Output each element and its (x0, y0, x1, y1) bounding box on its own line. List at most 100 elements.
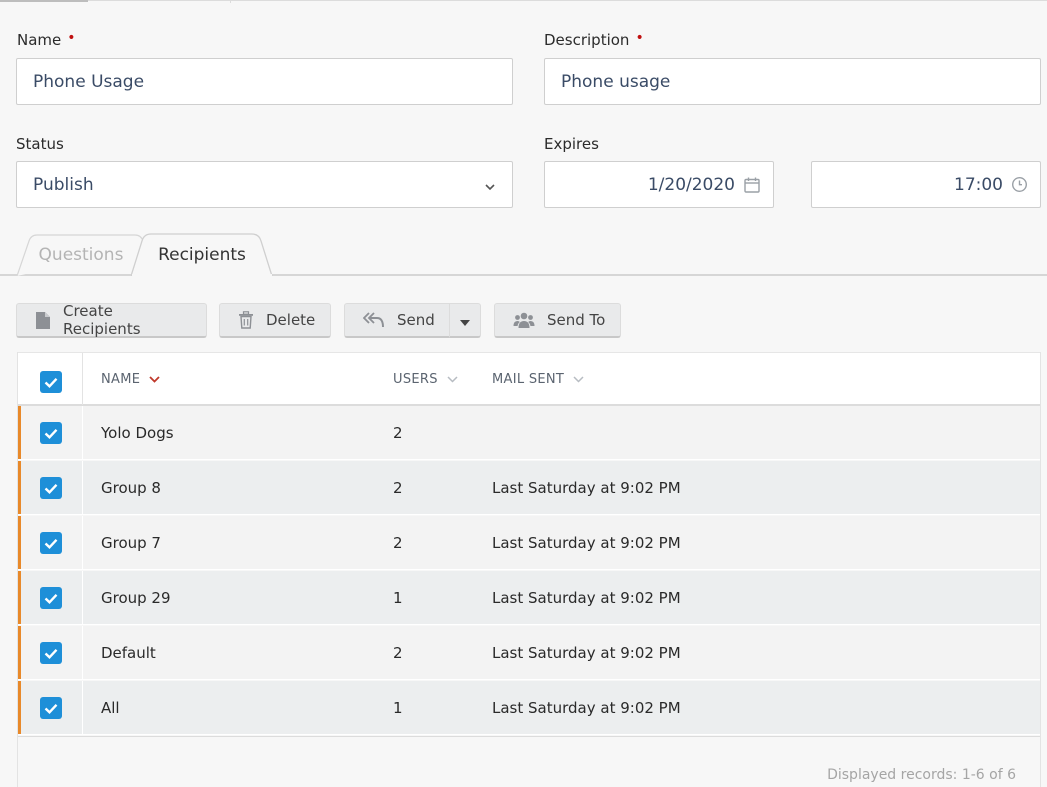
expires-date-value: 1/20/2020 (647, 174, 735, 195)
cell-mail-sent: Last Saturday at 9:02 PM (492, 479, 681, 497)
users-group-icon (513, 311, 535, 329)
row-divider (82, 571, 83, 624)
description-label: Description • (544, 30, 644, 49)
required-marker: • (67, 30, 76, 46)
table-row[interactable]: Default 2 Last Saturday at 9:02 PM (18, 626, 1040, 680)
cell-users: 2 (393, 479, 403, 497)
check-icon (44, 538, 58, 549)
trash-icon (238, 311, 254, 329)
column-header-mail-sent[interactable]: MAIL SENT (492, 372, 584, 387)
cell-name: Group 29 (101, 589, 171, 607)
caret-down-icon (460, 311, 470, 330)
row-marker (18, 681, 21, 734)
top-tab-active-indicator (0, 0, 88, 2)
cell-mail-sent: Last Saturday at 9:02 PM (492, 534, 681, 552)
status-select-value: Publish (33, 174, 94, 195)
calendar-icon[interactable] (743, 176, 761, 194)
check-icon (44, 428, 58, 439)
grid-header: NAME USERS MAIL SENT (18, 352, 1040, 406)
grid-bottom-border (18, 736, 1040, 737)
top-tab-divider (230, 0, 231, 3)
cell-users: 2 (393, 644, 403, 662)
create-recipients-label: Create Recipients (63, 302, 141, 338)
chevron-down-icon (447, 376, 458, 383)
tab-recipients[interactable]: Recipients (131, 233, 273, 276)
row-checkbox[interactable] (40, 477, 62, 499)
expires-date-input[interactable]: 1/20/2020 (544, 161, 774, 208)
cell-users: 2 (393, 534, 403, 552)
table-row[interactable]: All 1 Last Saturday at 9:02 PM (18, 681, 1040, 735)
cell-users: 1 (393, 589, 403, 607)
header-divider (82, 353, 83, 405)
name-label: Name • (17, 30, 76, 49)
tab-questions-label: Questions (38, 244, 124, 265)
cell-name: All (101, 699, 120, 717)
table-row[interactable]: Group 29 1 Last Saturday at 9:02 PM (18, 571, 1040, 625)
chevron-down-icon (573, 376, 584, 383)
row-checkbox[interactable] (40, 697, 62, 719)
send-dropdown-button[interactable] (449, 303, 481, 338)
delete-button[interactable]: Delete (219, 303, 331, 338)
column-header-name[interactable]: NAME (101, 372, 160, 387)
expires-label: Expires (544, 135, 599, 153)
delete-label: Delete (266, 311, 316, 329)
cell-mail-sent: Last Saturday at 9:02 PM (492, 699, 681, 717)
column-header-users[interactable]: USERS (393, 372, 458, 387)
column-header-mail-sent-label: MAIL SENT (492, 372, 565, 387)
name-label-text: Name (17, 31, 62, 49)
cell-name: Yolo Dogs (101, 424, 174, 442)
description-label-text: Description (544, 31, 630, 49)
row-checkbox[interactable] (40, 642, 62, 664)
name-input-value: Phone Usage (33, 71, 145, 92)
status-select[interactable]: Publish (16, 161, 513, 208)
tab-questions[interactable]: Questions (17, 233, 145, 276)
check-icon (44, 377, 58, 388)
row-checkbox[interactable] (40, 422, 62, 444)
expires-time-input[interactable]: 17:00 (811, 161, 1041, 208)
row-divider (82, 626, 83, 679)
column-header-name-label: NAME (101, 372, 141, 387)
cell-name: Group 7 (101, 534, 161, 552)
row-checkbox[interactable] (40, 532, 62, 554)
table-row[interactable]: Yolo Dogs 2 (18, 406, 1040, 460)
cell-name: Group 8 (101, 479, 161, 497)
top-tab-strip (0, 0, 1047, 3)
recipients-grid: NAME USERS MAIL SENT Yolo Dogs 2 Group 8… (17, 352, 1041, 787)
check-icon (44, 483, 58, 494)
clock-icon[interactable] (1011, 176, 1028, 193)
table-row[interactable]: Group 8 2 Last Saturday at 9:02 PM (18, 461, 1040, 515)
required-marker: • (635, 30, 644, 46)
create-recipients-button[interactable]: Create Recipients (16, 302, 207, 338)
row-marker (18, 406, 21, 459)
send-label: Send (397, 311, 435, 329)
pager-info: Displayed records: 1-6 of 6 (827, 767, 1016, 783)
cell-mail-sent: Last Saturday at 9:02 PM (492, 589, 681, 607)
send-to-button[interactable]: Send To (494, 303, 621, 338)
description-input-value: Phone usage (561, 71, 671, 92)
cell-mail-sent: Last Saturday at 9:02 PM (492, 644, 681, 662)
file-icon (35, 311, 51, 330)
table-row[interactable]: Group 7 2 Last Saturday at 9:02 PM (18, 516, 1040, 570)
send-button[interactable]: Send (344, 303, 450, 338)
row-divider (82, 681, 83, 734)
row-divider (82, 406, 83, 459)
row-checkbox[interactable] (40, 587, 62, 609)
row-marker (18, 571, 21, 624)
cell-name: Default (101, 644, 156, 662)
column-header-users-label: USERS (393, 372, 438, 387)
row-marker (18, 626, 21, 679)
status-label: Status (16, 135, 64, 153)
cell-users: 2 (393, 424, 403, 442)
name-input[interactable]: Phone Usage (16, 58, 513, 105)
row-marker (18, 516, 21, 569)
check-icon (44, 593, 58, 604)
sort-desc-icon (149, 376, 160, 383)
expires-time-value: 17:00 (954, 174, 1003, 195)
row-divider (82, 461, 83, 514)
select-all-checkbox[interactable] (40, 371, 62, 393)
chevron-down-icon (484, 178, 496, 198)
row-divider (82, 516, 83, 569)
description-input[interactable]: Phone usage (544, 58, 1041, 105)
check-icon (44, 648, 58, 659)
reply-all-icon (363, 312, 385, 328)
